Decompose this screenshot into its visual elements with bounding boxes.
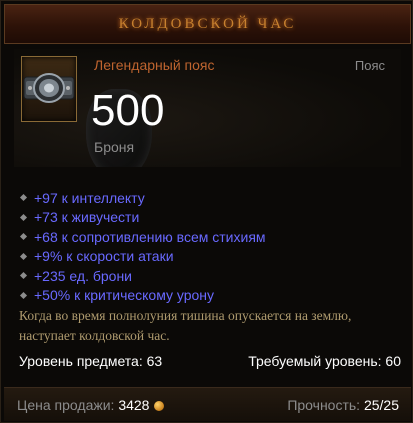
- sell-price: Цена продажи: 3428: [17, 397, 165, 413]
- bullet-icon: [19, 272, 28, 280]
- flavor-text: Когда во время полнолуния тишина опускае…: [19, 306, 409, 346]
- item-tooltip: Колдовской час Легендарный пояс Пояс 500…: [0, 0, 413, 423]
- item-header: Легендарный пояс Пояс 500 Броня: [14, 49, 401, 167]
- durability-value: 25/25: [363, 397, 399, 413]
- level-row: Уровень предмета: 63 Требуемый уровень: …: [19, 353, 401, 373]
- tooltip-footer: Цена продажи: 3428 Прочность: 25/25: [4, 387, 411, 421]
- item-title-bar: Колдовской час: [4, 4, 411, 44]
- bullet-icon: [19, 233, 28, 241]
- item-name: Колдовской час: [118, 15, 297, 32]
- affix-list: +97 к интеллекту +73 к живучести +68 к с…: [19, 188, 399, 305]
- item-icon-frame: [21, 56, 77, 122]
- affix-item: +50% к критическому урону: [19, 286, 399, 306]
- item-slot: Пояс: [354, 58, 385, 73]
- bullet-icon: [19, 194, 28, 202]
- sell-price-label: Цена продажи:: [17, 397, 115, 413]
- bullet-icon: [19, 213, 28, 221]
- durability-label: Прочность:: [287, 397, 361, 413]
- item-type: Легендарный пояс: [94, 57, 215, 73]
- sell-price-value: 3428: [118, 397, 150, 413]
- affix-item: +235 ед. брони: [19, 266, 399, 286]
- item-level: Уровень предмета: 63: [19, 353, 163, 369]
- required-level: Требуемый уровень: 60: [248, 353, 401, 369]
- flavor-line: Когда во время полнолуния тишина опускае…: [19, 308, 352, 323]
- belt-icon: [23, 73, 75, 103]
- armor-label: Броня: [94, 139, 135, 155]
- affix-item: +68 к сопротивлению всем стихиям: [19, 227, 399, 247]
- gold-coin-icon: [154, 401, 165, 411]
- flavor-line: наступает колдовской час.: [19, 328, 170, 343]
- armor-value: 500: [91, 86, 165, 135]
- affix-item: +9% к скорости атаки: [19, 247, 399, 267]
- durability: Прочность: 25/25: [287, 397, 399, 413]
- bullet-icon: [19, 252, 28, 260]
- affix-item: +97 к интеллекту: [19, 188, 399, 208]
- bullet-icon: [19, 291, 28, 299]
- affix-item: +73 к живучести: [19, 208, 399, 228]
